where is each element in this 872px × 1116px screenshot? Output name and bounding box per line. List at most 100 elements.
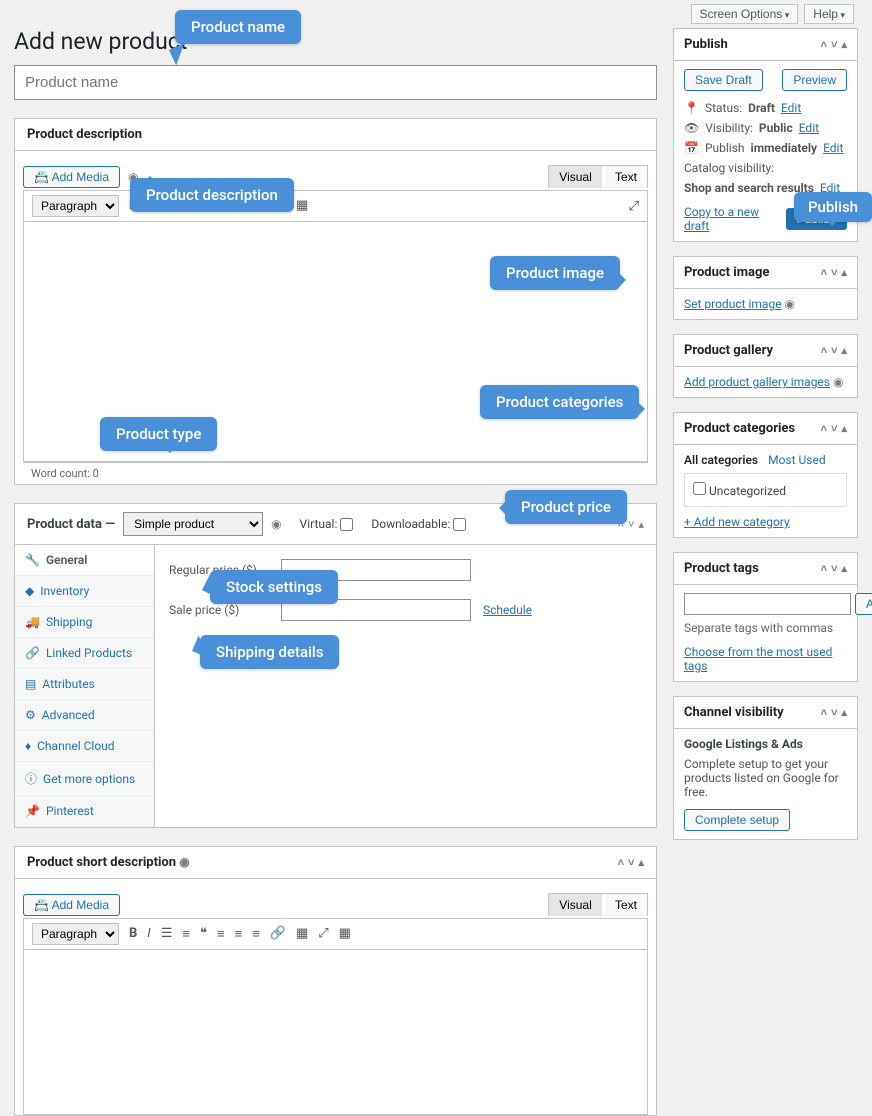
choose-tags-link[interactable]: Choose from the most used tags	[684, 645, 832, 673]
edit-catalog-link[interactable]: Edit	[820, 181, 840, 195]
edit-status-link[interactable]: Edit	[781, 101, 801, 115]
kitchen-sink-icon[interactable]: ▦	[339, 926, 351, 942]
linked-products-tab[interactable]: 🔗 Linked Products	[15, 638, 154, 669]
regular-price-label: Regular price ($)	[169, 563, 269, 577]
schedule-link[interactable]: Schedule	[483, 603, 532, 617]
sale-price-label: Sale price ($)	[169, 603, 269, 617]
word-count: Word count: 0	[23, 462, 648, 484]
short-description-title: Product short description	[27, 855, 176, 870]
add-gallery-images-link[interactable]: Add product gallery images	[684, 375, 830, 389]
product-gallery-title: Product gallery	[684, 343, 773, 358]
product-description-header: Product description	[15, 119, 656, 151]
product-name-input[interactable]	[14, 65, 657, 100]
triangle-icon[interactable]: ▴	[638, 856, 644, 869]
copy-to-draft-link[interactable]: Copy to a new draft	[684, 205, 786, 233]
complete-setup-button[interactable]: Complete setup	[684, 809, 790, 831]
product-categories-title: Product categories	[684, 421, 795, 436]
quote-icon[interactable]: ❝	[200, 926, 207, 942]
link-icon[interactable]: 🔗	[270, 198, 286, 214]
pinterest-tab[interactable]: 📌 Pinterest	[15, 796, 154, 827]
shipping-tab[interactable]: 🚚 Shipping	[15, 607, 154, 638]
channel-cloud-tab[interactable]: ♦ Channel Cloud	[15, 731, 154, 762]
bulletlist-icon[interactable]: ☰	[161, 198, 173, 214]
align-left-icon[interactable]: ≡	[217, 198, 225, 214]
product-tags-title: Product tags	[684, 561, 759, 576]
align-right-icon[interactable]: ≡	[252, 926, 260, 942]
numberlist-icon[interactable]: ≡	[182, 198, 190, 214]
help-icon[interactable]: ◉	[271, 517, 281, 531]
fullscreen-icon[interactable]: ⤢	[629, 199, 639, 214]
text-tab[interactable]: Text	[605, 166, 647, 188]
help-icon[interactable]: ◉	[833, 375, 843, 389]
help-icon[interactable]: ◉	[785, 297, 795, 311]
fullscreen-icon[interactable]: ⤢	[318, 926, 328, 942]
text-tab-short[interactable]: Text	[605, 894, 647, 916]
description-editor[interactable]	[23, 222, 648, 462]
product-type-select[interactable]: Simple product	[123, 512, 263, 536]
gla-desc: Complete setup to get your products list…	[684, 757, 847, 799]
visual-tab-short[interactable]: Visual	[549, 894, 601, 916]
general-tab[interactable]: 🔧 General	[15, 545, 154, 576]
paragraph-select[interactable]: Paragraph	[32, 195, 119, 217]
virtual-checkbox[interactable]: Virtual:	[300, 517, 354, 531]
paragraph-select-short[interactable]: Paragraph	[32, 923, 119, 945]
visual-tab[interactable]: Visual	[549, 166, 601, 188]
inventory-tab[interactable]: ◆ Inventory	[15, 576, 154, 607]
status-row: 📍 Status: Draft Edit	[684, 101, 847, 115]
page-title: Add new product	[14, 28, 657, 55]
edit-visibility-link[interactable]: Edit	[799, 121, 819, 135]
screen-options-button[interactable]: Screen Options	[691, 4, 799, 24]
publish-button[interactable]: Publish	[786, 208, 847, 230]
align-left-icon[interactable]: ≡	[217, 926, 225, 942]
save-draft-button[interactable]: Save Draft	[684, 69, 763, 91]
set-product-image-link[interactable]: Set product image	[684, 297, 782, 311]
product-data-title: Product data —	[27, 517, 115, 532]
bold-icon[interactable]: B	[129, 198, 137, 214]
help-icon[interactable]: ◉	[179, 855, 189, 869]
align-center-icon[interactable]: ≡	[235, 926, 243, 942]
add-media-button[interactable]: 📇 Add Media	[23, 166, 120, 188]
downloadable-checkbox[interactable]: Downloadable:	[371, 517, 466, 531]
italic-icon[interactable]: I	[147, 926, 150, 942]
visibility-row: 👁 Visibility: Public Edit	[684, 121, 847, 135]
most-used-tab[interactable]: Most Used	[768, 453, 826, 467]
regular-price-input[interactable]	[281, 559, 471, 581]
numberlist-icon[interactable]: ≡	[182, 926, 190, 942]
help-button[interactable]: Help	[804, 4, 854, 24]
triangle-icon[interactable]: ▴	[638, 518, 644, 531]
down-icon[interactable]: ˅	[628, 518, 634, 531]
channel-visibility-title: Channel visibility	[684, 705, 784, 720]
more-icon[interactable]: ▦	[296, 926, 308, 942]
italic-icon[interactable]: I	[147, 198, 150, 214]
more-icon[interactable]: ▦	[296, 198, 308, 214]
bulletlist-icon[interactable]: ☰	[161, 926, 173, 942]
up-icon[interactable]: ˄	[618, 518, 624, 531]
publish-date-row: 📅 Publish immediately Edit	[684, 141, 847, 155]
uncategorized-checkbox[interactable]: Uncategorized	[693, 484, 786, 498]
help-icon[interactable]: ◉	[128, 170, 138, 184]
tags-hint: Separate tags with commas	[684, 621, 847, 635]
align-center-icon[interactable]: ≡	[235, 198, 243, 214]
add-new-category-link[interactable]: + Add new category	[684, 515, 790, 529]
align-right-icon[interactable]: ≡	[252, 198, 260, 214]
up-icon[interactable]: ˄	[618, 856, 624, 869]
edit-date-link[interactable]: Edit	[823, 141, 843, 155]
product-image-title: Product image	[684, 265, 769, 280]
quote-icon[interactable]: ❝	[200, 198, 207, 214]
preview-button[interactable]: Preview	[782, 69, 847, 91]
down-icon[interactable]: ˅	[628, 856, 634, 869]
short-description-editor[interactable]	[23, 950, 648, 1115]
all-categories-tab[interactable]: All categories	[684, 453, 758, 467]
bold-icon[interactable]: B	[129, 926, 137, 942]
publish-title: Publish	[684, 37, 728, 52]
advanced-tab[interactable]: ⚙ Advanced	[15, 700, 154, 731]
catalog-visibility-row: Catalog visibility: Shop and search resu…	[684, 161, 847, 195]
sale-price-input[interactable]	[281, 599, 471, 621]
link-icon[interactable]: 🔗	[270, 926, 286, 942]
attributes-tab[interactable]: ▤ Attributes	[15, 669, 154, 700]
get-more-options-tab[interactable]: ⓘ Get more options	[15, 762, 154, 796]
add-media-button-short[interactable]: 📇 Add Media	[23, 894, 120, 916]
tag-input[interactable]	[684, 593, 851, 615]
add-tag-button[interactable]: Add	[855, 593, 872, 615]
gla-title: Google Listings & Ads	[684, 737, 847, 751]
